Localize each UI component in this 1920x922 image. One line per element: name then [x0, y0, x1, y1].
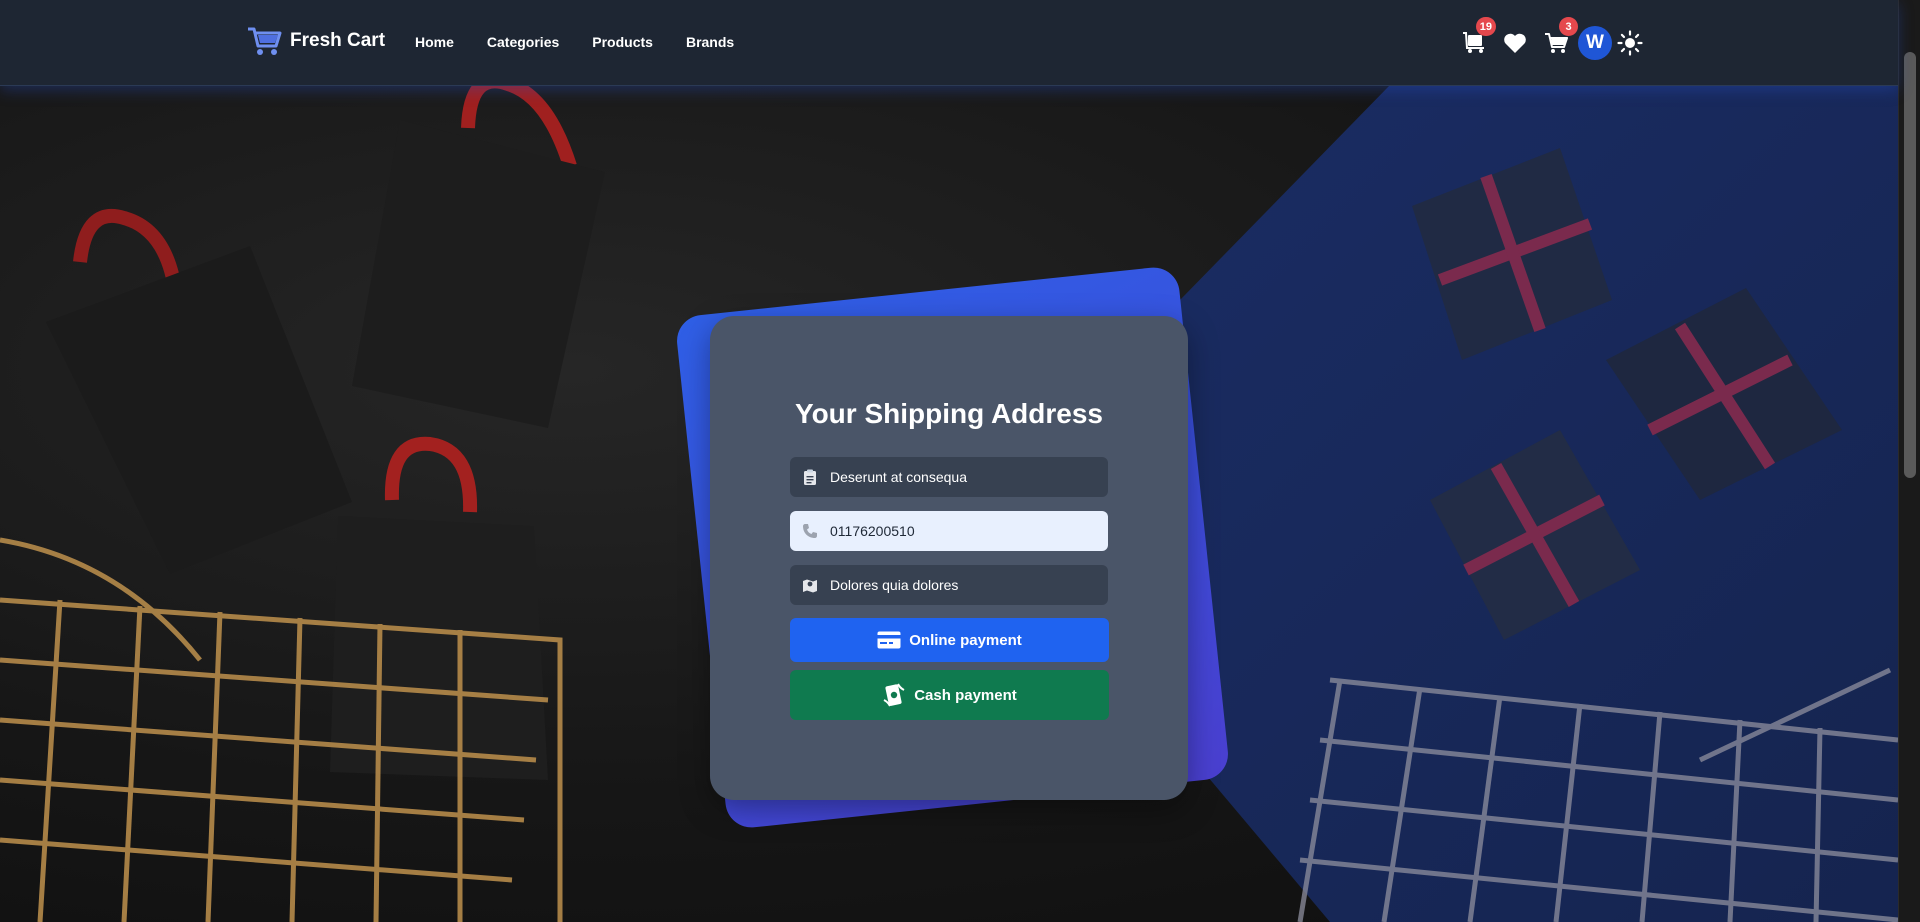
cart-button[interactable]: 3: [1540, 17, 1578, 59]
details-input[interactable]: [830, 469, 1100, 485]
gift-box-illustration: [1430, 430, 1640, 640]
map-icon: [803, 579, 817, 593]
city-field[interactable]: [790, 565, 1108, 605]
details-field[interactable]: [790, 457, 1108, 497]
gift-box-illustration: [1412, 148, 1612, 360]
user-avatar[interactable]: W: [1578, 26, 1612, 60]
brand[interactable]: Fresh Cart: [246, 24, 385, 58]
shopping-bag-illustration: [46, 208, 352, 574]
online-payment-button[interactable]: Online payment: [790, 618, 1109, 662]
phone-icon: [803, 524, 817, 538]
nav-link-brands[interactable]: Brands: [686, 34, 734, 50]
sun-icon: [1617, 30, 1643, 56]
brand-name: Fresh Cart: [290, 30, 386, 51]
cart-badge: 3: [1559, 17, 1578, 36]
shopping-bag-illustration: [330, 436, 548, 780]
heart-icon: [1504, 33, 1526, 53]
nav-actions: 19 3 W: [1458, 17, 1646, 60]
nav-link-products[interactable]: Products: [592, 34, 653, 50]
form-title: Your Shipping Address: [794, 398, 1103, 429]
clipboard-icon: [804, 469, 816, 485]
scrollbar-thumb[interactable]: [1904, 52, 1916, 478]
money-icon: [883, 683, 905, 707]
orders-button[interactable]: 19: [1458, 17, 1496, 59]
nav-links: Home Categories Products Brands: [415, 34, 734, 50]
cash-payment-label: Cash payment: [914, 686, 1017, 704]
nav-link-home[interactable]: Home: [415, 34, 454, 50]
shopping-bag-illustration: [352, 74, 605, 428]
credit-card-icon: [877, 631, 901, 649]
theme-toggle-button[interactable]: [1614, 27, 1646, 59]
city-input[interactable]: [830, 577, 1100, 593]
shipping-address-form: Your Shipping Address Online pay: [710, 316, 1188, 800]
gift-box-illustration: [1606, 288, 1842, 500]
nav-link-categories[interactable]: Categories: [487, 34, 559, 50]
phone-field[interactable]: [790, 511, 1108, 551]
cash-payment-button[interactable]: Cash payment: [790, 670, 1109, 720]
top-navbar: Fresh Cart Home Categories Products Bran…: [0, 0, 1898, 86]
orders-badge: 19: [1475, 17, 1496, 36]
page-scrollbar[interactable]: [1898, 0, 1920, 922]
phone-input[interactable]: [830, 523, 1100, 539]
shopping-cart-wire-right: [1297, 667, 1898, 922]
online-payment-label: Online payment: [909, 631, 1022, 649]
cart-icon: [248, 27, 282, 55]
wishlist-button[interactable]: [1499, 27, 1531, 59]
